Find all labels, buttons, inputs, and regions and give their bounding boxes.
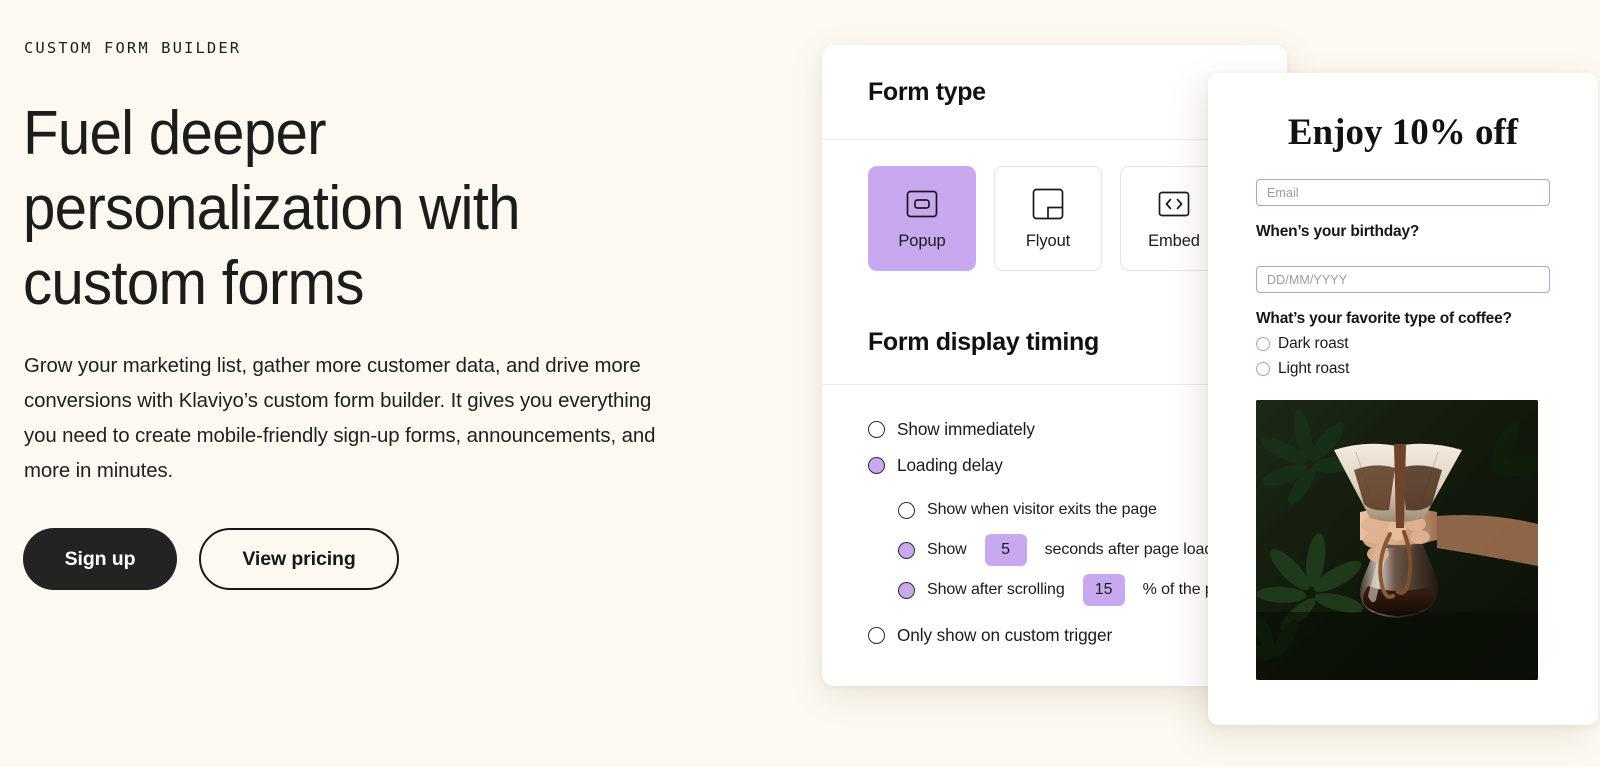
timing-option-label-prefix: Show after scrolling [927,581,1065,599]
sign-up-button[interactable]: Sign up [23,528,177,590]
timing-option-label-suffix: seconds after page load [1045,541,1214,559]
timing-option-label: Show immediately [897,419,1035,440]
display-timing-title: Form display timing [868,328,1099,357]
form-type-label-embed: Embed [1148,232,1200,251]
birthday-field[interactable]: DD/MM/YYYY [1256,266,1550,293]
popup-icon [905,187,939,221]
radio-icon-selected[interactable] [868,457,885,474]
timing-option-label: Loading delay [897,455,1003,476]
embed-icon [1157,187,1191,221]
seconds-delay-input[interactable]: 5 [985,534,1027,566]
form-type-title: Form type [868,78,986,107]
radio-icon[interactable] [898,502,915,519]
eyebrow-label: CUSTOM FORM BUILDER [24,39,241,57]
form-type-option-flyout[interactable]: Flyout [994,166,1102,271]
coffee-option-label: Dark roast [1278,335,1349,353]
flyout-icon [1031,187,1065,221]
coffee-question-label: What’s your favorite type of coffee? [1256,310,1550,328]
email-field[interactable]: Email [1256,179,1550,206]
view-pricing-button[interactable]: View pricing [199,528,399,590]
product-visual: Form type Popup Fl [780,0,1600,767]
coffee-photo [1256,400,1538,680]
hero-section: CUSTOM FORM BUILDER Fuel deeper personal… [23,0,723,767]
radio-icon[interactable] [868,627,885,644]
birthday-question-label: When’s your birthday? [1256,223,1550,241]
timing-option-label-prefix: Show [927,541,967,559]
timing-option-label: Show when visitor exits the page [927,501,1157,519]
radio-icon-selected[interactable] [898,542,915,559]
coffee-option-label: Light roast [1278,360,1349,378]
form-type-option-popup[interactable]: Popup [868,166,976,271]
radio-icon[interactable] [1256,362,1270,376]
timing-option-label: Only show on custom trigger [897,625,1112,646]
email-placeholder: Email [1267,186,1299,200]
radio-icon[interactable] [1256,337,1270,351]
preview-headline: Enjoy 10% off [1256,111,1550,154]
hero-description: Grow your marketing list, gather more cu… [24,349,672,489]
birthday-placeholder: DD/MM/YYYY [1267,273,1347,287]
form-preview-card: Enjoy 10% off Email When’s your birthday… [1208,73,1598,725]
radio-icon[interactable] [868,421,885,438]
scroll-percent-input[interactable]: 15 [1083,574,1125,606]
form-type-label-flyout: Flyout [1026,232,1070,251]
coffee-option-light-roast[interactable]: Light roast [1256,360,1550,378]
cta-row: Sign up View pricing [23,528,399,590]
radio-icon-selected[interactable] [898,582,915,599]
coffee-option-dark-roast[interactable]: Dark roast [1256,335,1550,353]
page-title: Fuel deeper personalization with custom … [23,96,625,321]
form-type-label-popup: Popup [898,232,945,251]
